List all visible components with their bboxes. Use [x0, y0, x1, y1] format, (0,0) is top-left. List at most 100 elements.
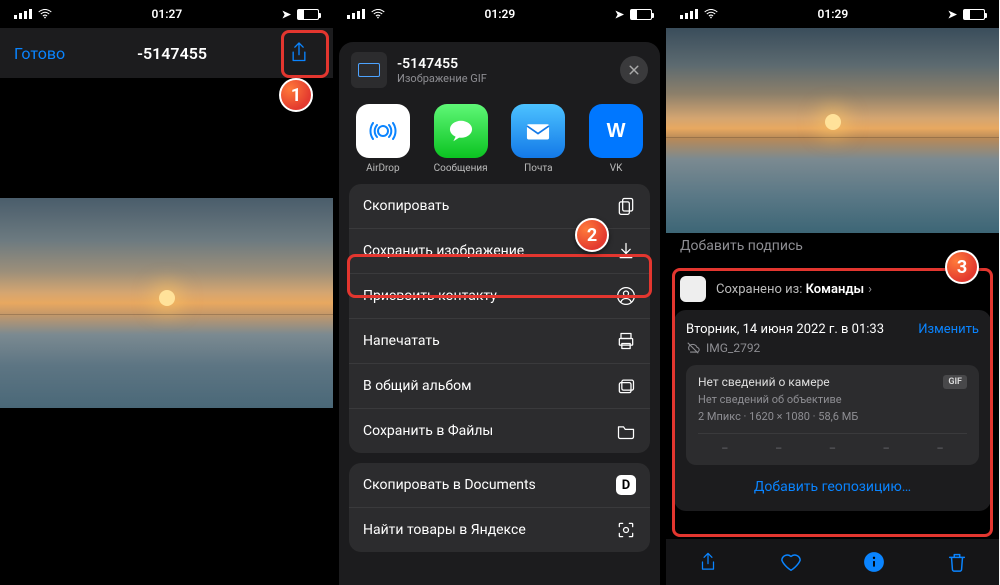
edit-date-button[interactable]: Изменить: [918, 322, 979, 337]
screenshot-1: 01:27 ➤ Готово -5147455 1: [0, 0, 333, 585]
photo-specs: 2 Мпикс · 1620 × 1080 · 58,6 МБ: [698, 410, 967, 423]
screenshot-2: 01:29 ➤ -5147455 Изображение GIF AirDrop: [333, 0, 666, 585]
actions-list: Скопировать Сохранить изображение Присво…: [339, 184, 660, 552]
saved-from-label: Сохранено из:: [716, 282, 802, 297]
app-airdrop[interactable]: AirDrop: [353, 104, 413, 174]
share-apps-row: AirDrop Сообщения Почта W VK: [339, 98, 660, 184]
action-label: Сохранить изображение: [363, 243, 524, 259]
action-shared-album[interactable]: В общий альбом: [349, 364, 650, 409]
action-label: В общий альбом: [363, 378, 471, 394]
gif-badge: GIF: [943, 375, 967, 389]
photo-filename: IMG_2792: [706, 341, 760, 355]
location-icon: ➤: [948, 8, 957, 21]
location-icon: ➤: [615, 8, 624, 21]
action-save-files[interactable]: Сохранить в Файлы: [349, 409, 650, 453]
trash-icon[interactable]: [946, 551, 968, 573]
action-label: Присвоить контакту: [363, 288, 497, 304]
action-label: Найти товары в Яндексе: [363, 522, 526, 538]
sheet-title: -5147455: [397, 56, 487, 72]
status-time: 01:27: [152, 7, 183, 21]
no-camera-label: Нет сведений о камере: [698, 375, 830, 389]
file-title: -5147455: [137, 44, 207, 63]
action-label: Скопировать: [363, 198, 449, 214]
app-label: Сообщения: [431, 163, 491, 174]
app-label: AirDrop: [353, 163, 413, 174]
add-geolocation-button[interactable]: Добавить геопозицию…: [686, 465, 979, 501]
copy-icon: [616, 196, 636, 216]
airdrop-icon: [356, 104, 410, 158]
file-thumb: [351, 52, 387, 88]
cell-signal-icon: [14, 9, 32, 19]
mail-icon: [511, 104, 565, 158]
source-app-thumb: [680, 276, 706, 302]
action-label: Скопировать в Documents: [363, 477, 536, 493]
action-print[interactable]: Напечатать: [349, 319, 650, 364]
scan-icon: [616, 520, 636, 540]
step-badge-2: 2: [575, 218, 609, 252]
step-badge-1: 1: [279, 78, 313, 112]
camera-info-card: Нет сведений о камере GIF Нет сведений о…: [686, 365, 979, 465]
wifi-icon: [704, 9, 718, 19]
action-assign-contact[interactable]: Присвоить контакту: [349, 274, 650, 319]
info-panel: Сохранено из: Команды› Вторник, 14 июня …: [674, 268, 991, 535]
app-vk[interactable]: W VK: [586, 104, 646, 174]
close-button[interactable]: [620, 56, 648, 84]
no-sync-icon: [686, 341, 700, 355]
share-sheet: -5147455 Изображение GIF AirDrop Сообщен…: [339, 42, 660, 585]
add-caption-field[interactable]: Добавить подпись: [680, 238, 803, 254]
app-messages[interactable]: Сообщения: [431, 104, 491, 174]
battery-icon: [630, 9, 652, 20]
screenshot-3: 01:29 ➤ Добавить подпись Сохранено из: К…: [666, 0, 999, 585]
messages-icon: [434, 104, 488, 158]
action-label: Сохранить в Файлы: [363, 423, 493, 439]
wifi-icon: [38, 9, 52, 19]
step-badge-3: 3: [945, 250, 979, 284]
sheet-header: -5147455 Изображение GIF: [339, 42, 660, 98]
location-icon: ➤: [282, 8, 291, 21]
status-bar: 01:27 ➤: [0, 0, 333, 28]
saved-from-app: Команды: [806, 282, 865, 297]
photo-date: Вторник, 14 июня 2022 г. в 01:33: [686, 322, 884, 337]
close-icon: [628, 64, 640, 76]
nav-bar: Готово -5147455: [0, 28, 333, 78]
vk-icon: W: [589, 104, 643, 158]
status-bar: 01:29 ➤: [666, 0, 999, 28]
contact-icon: [616, 286, 636, 306]
print-icon: [616, 331, 636, 351]
battery-icon: [963, 9, 985, 20]
chevron-right-icon: ›: [868, 282, 872, 297]
action-label: Напечатать: [363, 333, 440, 349]
battery-icon: [297, 9, 319, 20]
preview-area: [0, 78, 333, 585]
cell-signal-icon: [680, 9, 698, 19]
share-button[interactable]: [279, 33, 319, 73]
download-icon: [616, 241, 636, 261]
action-copy-documents[interactable]: Скопировать в Documents D: [349, 463, 650, 508]
app-mail[interactable]: Почта: [509, 104, 569, 174]
documents-app-icon: D: [616, 475, 636, 495]
cell-signal-icon: [347, 9, 365, 19]
folder-icon: [616, 421, 636, 441]
exif-placeholder: –––––: [698, 433, 967, 455]
sheet-subtitle: Изображение GIF: [397, 72, 487, 85]
wifi-icon: [371, 9, 385, 19]
action-copy[interactable]: Скопировать: [349, 184, 650, 229]
app-label: Почта: [509, 163, 569, 174]
album-icon: [616, 376, 636, 396]
share-icon[interactable]: [697, 551, 719, 573]
app-label: VK: [586, 163, 646, 174]
preview-image[interactable]: [0, 198, 333, 408]
photo-preview[interactable]: [666, 28, 999, 233]
status-time: 01:29: [818, 7, 849, 21]
share-icon: [289, 41, 309, 65]
done-button[interactable]: Готово: [14, 44, 65, 63]
photo-toolbar: [666, 539, 999, 585]
no-lens-label: Нет сведений об объективе: [698, 393, 967, 406]
status-time: 01:29: [485, 7, 516, 21]
status-bar: 01:29 ➤: [333, 0, 666, 28]
metadata-card: Вторник, 14 июня 2022 г. в 01:33 Изменит…: [674, 310, 991, 511]
saved-from-row[interactable]: Сохранено из: Команды›: [674, 268, 991, 310]
info-icon[interactable]: [863, 551, 885, 573]
heart-icon[interactable]: [780, 551, 802, 573]
action-yandex-search[interactable]: Найти товары в Яндексе: [349, 508, 650, 552]
